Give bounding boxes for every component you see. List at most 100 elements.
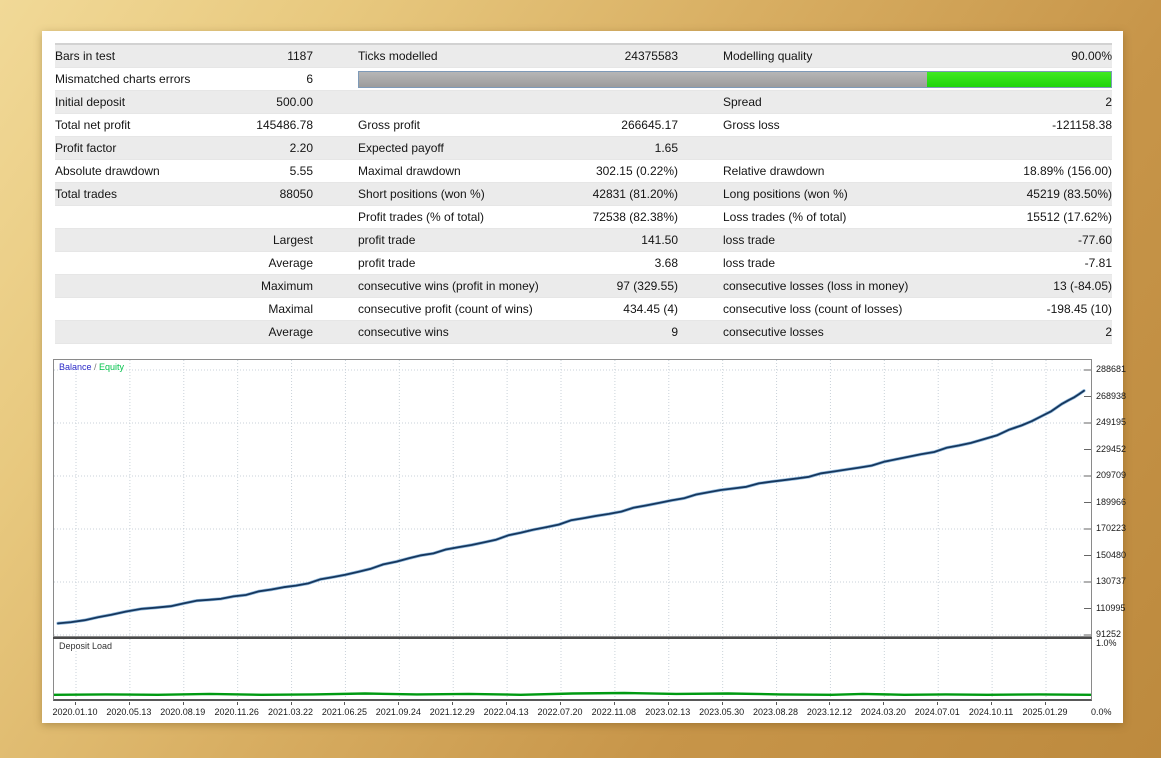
deposit-axis-top-label: 1.0% <box>1096 638 1117 648</box>
report-row: Maximalconsecutive profit (count of wins… <box>55 298 1112 321</box>
report-cell-group: Relative drawdown18.89% (156.00) <box>723 160 1112 182</box>
x-axis-tick <box>75 702 76 705</box>
report-cell-group: Expected payoff1.65 <box>358 137 678 159</box>
deposit-axis-bottom-label: 0.0% <box>1091 707 1112 717</box>
legend-balance: Balance <box>59 362 92 372</box>
report-label: Bars in test <box>55 45 115 67</box>
report-cell-group: loss trade -7.81 <box>723 252 1112 274</box>
report-label: Short positions (won %) <box>358 183 485 205</box>
report-cell-group: consecutive losses 2 <box>723 321 1112 343</box>
x-axis-tick <box>291 702 292 705</box>
y-axis-label: 288681 <box>1096 364 1126 374</box>
report-cell-group: Average <box>55 252 313 274</box>
report-value: 302.15 (0.22%) <box>596 160 678 182</box>
x-axis-label: 2020.11.26 <box>214 707 258 717</box>
report-value: 2 <box>1105 321 1112 343</box>
report-label: profit trade <box>358 252 415 274</box>
y-axis-label: 229452 <box>1096 444 1126 454</box>
modelling-quality-bar-gray <box>359 72 927 87</box>
report-cell-group: Bars in test1187 <box>55 45 313 67</box>
report-value: Maximum <box>261 275 313 297</box>
report-value: -7.81 <box>1085 252 1112 274</box>
report-label: Mismatched charts errors <box>55 68 190 90</box>
report-value: 9 <box>671 321 678 343</box>
report-value: 45219 (83.50%) <box>1027 183 1112 205</box>
y-axis-label: 130737 <box>1096 576 1126 586</box>
x-axis-label: 2022.07.20 <box>537 707 582 717</box>
report-cell-group: consecutive wins (profit in money) 97 (32… <box>358 275 678 297</box>
report-cell-group: Ticks modelled 24375583 <box>358 45 678 67</box>
report-value: Average <box>269 252 313 274</box>
balance-equity-plot: Balance / Equity <box>53 359 1092 637</box>
report-row: Profit factor2.20Expected payoff1.65 <box>55 137 1112 160</box>
x-axis-tick <box>506 702 507 705</box>
report-label: Ticks modelled <box>358 45 438 67</box>
report-label: consecutive wins (profit in money) <box>358 275 539 297</box>
x-axis-label: 2024.07.01 <box>915 707 960 717</box>
report-value: Average <box>269 321 313 343</box>
report-row: Total net profit145486.78Gross profit266… <box>55 114 1112 137</box>
report-cell-group: Maximum <box>55 275 313 297</box>
x-axis-label: 2020.08.19 <box>160 707 205 717</box>
deposit-load-label: Deposit Load <box>59 641 112 651</box>
report-value: 13 (-84.05) <box>1053 275 1112 297</box>
x-axis-tick <box>829 702 830 705</box>
report-cell-group: Mismatched charts errors 6 <box>55 68 313 90</box>
report-label: Total trades <box>55 183 117 205</box>
x-axis-tick <box>560 702 561 705</box>
report-cell-group: profit trade141.50 <box>358 229 678 251</box>
report-cell-group: Total net profit145486.78 <box>55 114 313 136</box>
report-row: Mismatched charts errors 6 <box>55 68 1112 91</box>
report-label: loss trade <box>723 252 775 274</box>
report-value: 2 <box>1105 91 1112 113</box>
report-value: 24375583 <box>625 45 678 67</box>
report-value: 1.65 <box>655 137 678 159</box>
report-value: 18.89% (156.00) <box>1023 160 1112 182</box>
report-label: consecutive wins <box>358 321 449 343</box>
report-row: Largestprofit trade141.50loss trade-77.6… <box>55 229 1112 252</box>
report-label: consecutive losses (loss in money) <box>723 275 908 297</box>
y-axis-label: 209709 <box>1096 470 1126 480</box>
x-axis-label: 2024.10.11 <box>969 707 1013 717</box>
x-axis-tick <box>991 702 992 705</box>
report-value: 3.68 <box>655 252 678 274</box>
report-cell-group: consecutive wins 9 <box>358 321 678 343</box>
report-label: Loss trades (% of total) <box>723 206 846 228</box>
report-value: -121158.38 <box>1052 114 1112 136</box>
report-cell-group: Spread2 <box>723 91 1112 113</box>
report-cell-group: Short positions (won %)42831 (81.20%) <box>358 183 678 205</box>
report-value: 5.55 <box>290 160 313 182</box>
y-axis-label: 189966 <box>1096 497 1126 507</box>
x-axis-label: 2025.01.29 <box>1022 707 1067 717</box>
report-label: consecutive losses <box>723 321 824 343</box>
report-value: 72538 (82.38%) <box>593 206 678 228</box>
report-row: Total trades 88050 Short positions (won %)… <box>55 183 1112 206</box>
report-value: 6 <box>306 68 313 90</box>
x-axis-tick <box>183 702 184 705</box>
y-axis-label: 170223 <box>1096 523 1126 533</box>
x-axis-tick <box>1045 702 1046 705</box>
x-axis-tick <box>668 702 669 705</box>
chart-area: Balance / Equity Deposit Load <box>53 359 1092 701</box>
x-axis-label: 2023.02.13 <box>645 707 690 717</box>
x-axis-label: 2020.01.10 <box>52 707 97 717</box>
report-label: Initial deposit <box>55 91 125 113</box>
deposit-load-svg <box>54 639 1091 699</box>
report-cell-group <box>723 137 1112 159</box>
legend-separator: / <box>92 362 100 372</box>
y-axis-label: 110995 <box>1096 603 1125 613</box>
report-cell-group: consecutive losses (loss in money) 13 (-8… <box>723 275 1112 297</box>
x-axis-label: 2021.12.29 <box>430 707 475 717</box>
report-row: Average profit trade 3.68 loss trade -7.81 <box>55 252 1112 275</box>
report-row: Average consecutive wins 9 consecutive loss… <box>55 321 1112 344</box>
report-label: Modelling quality <box>723 45 812 67</box>
report-value: 15512 (17.62%) <box>1027 206 1112 228</box>
report-label: consecutive loss (count of losses) <box>723 298 902 320</box>
report-cell-group <box>55 206 313 228</box>
report-value: 88050 <box>280 183 313 205</box>
modelling-quality-bar <box>358 71 1112 88</box>
report-cell-group: Initial deposit500.00 <box>55 91 313 113</box>
report-value: 97 (329.55) <box>617 275 678 297</box>
y-axis-label: 268938 <box>1096 391 1126 401</box>
x-axis-label: 2024.03.20 <box>861 707 906 717</box>
